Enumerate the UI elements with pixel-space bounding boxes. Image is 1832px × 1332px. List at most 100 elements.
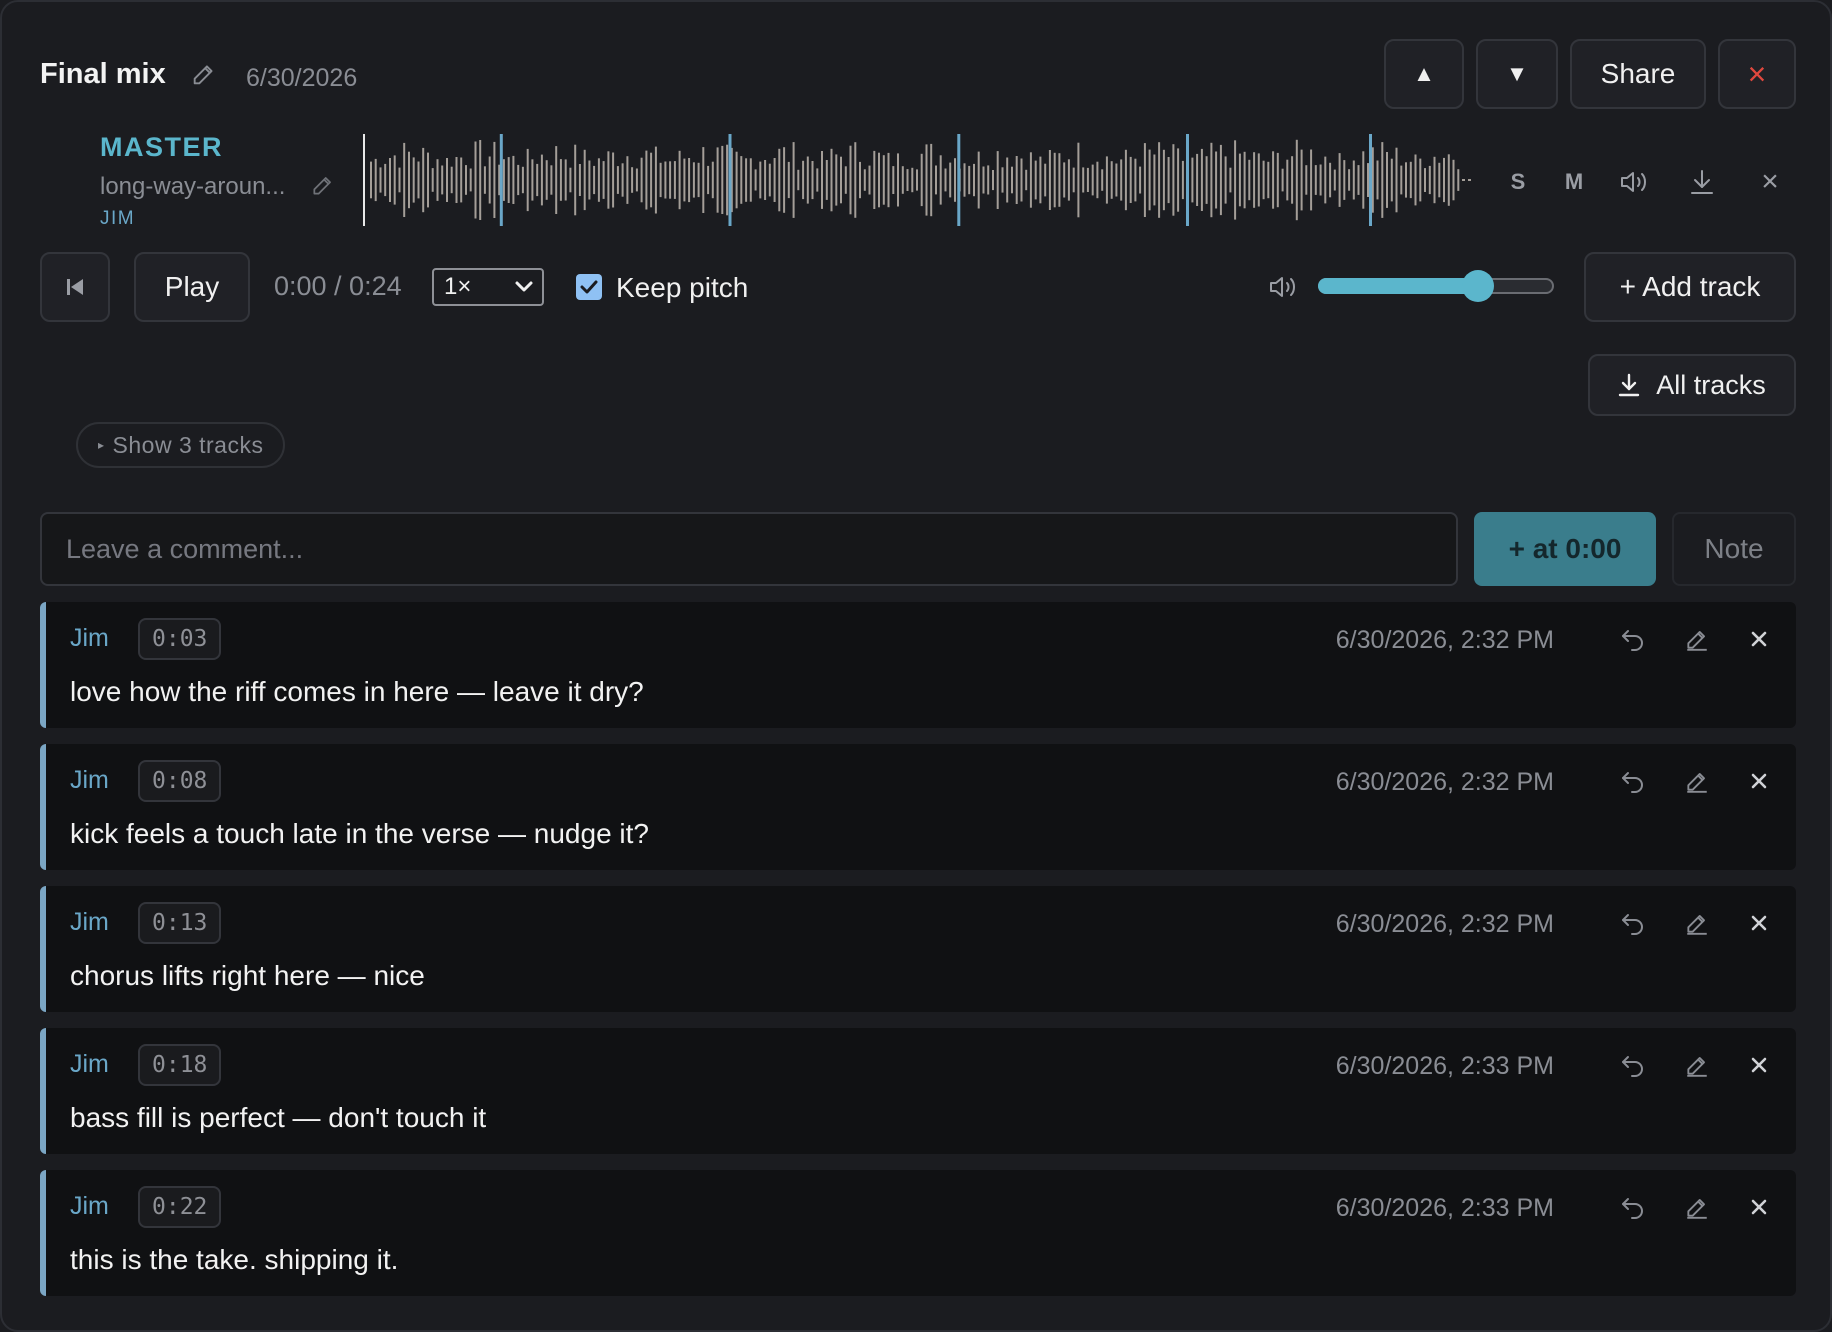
waveform-bar: [887, 152, 890, 208]
comment-timestamp-chip[interactable]: 0:13: [138, 902, 222, 944]
all-tracks-label: All tracks: [1656, 369, 1766, 400]
waveform-bar: [859, 161, 861, 199]
waveform-bar: [1172, 144, 1175, 216]
edit-icon[interactable]: [1680, 764, 1714, 798]
edit-icon[interactable]: [1680, 622, 1714, 656]
waveform-bar: [1338, 153, 1341, 207]
waveform-bar: [1215, 151, 1218, 209]
waveform-bar: [1086, 167, 1089, 192]
delete-comment-icon[interactable]: [1742, 764, 1776, 798]
comment-author[interactable]: Jim: [70, 908, 109, 937]
waveform-bar: [996, 151, 999, 209]
waveform-bar: [901, 166, 904, 194]
comment-timestamp-chip[interactable]: 0:18: [138, 1044, 222, 1086]
waveform-bar: [474, 141, 477, 219]
comment-list: Jim 0:03 6/30/2026, 2:32 PM love how the…: [40, 602, 1796, 1312]
waveform-bar: [1020, 158, 1023, 202]
comment-timestamp-chip[interactable]: 0:22: [138, 1186, 222, 1228]
mute-button[interactable]: M: [1554, 162, 1594, 202]
waveform-bar: [868, 165, 871, 195]
add-comment-at-time-button[interactable]: + at 0:00: [1474, 512, 1656, 586]
reply-icon[interactable]: [1616, 1048, 1650, 1082]
volume-slider-fill: [1318, 278, 1479, 294]
waveform-bar: [1167, 157, 1170, 204]
reply-icon[interactable]: [1616, 622, 1650, 656]
delete-comment-icon[interactable]: [1742, 1190, 1776, 1224]
waveform-bar: [692, 162, 695, 198]
track-download-button[interactable]: [1682, 162, 1722, 202]
reply-icon[interactable]: [1616, 906, 1650, 940]
waveform-bar: [1329, 162, 1332, 198]
edit-file-icon[interactable]: [310, 172, 336, 198]
move-up-button[interactable]: ▲: [1384, 39, 1464, 109]
waveform-bar: [1276, 152, 1279, 208]
add-note-button[interactable]: Note: [1672, 512, 1796, 586]
comment-author[interactable]: Jim: [70, 624, 109, 653]
waveform-bar: [1229, 167, 1232, 193]
comment-timestamp-chip[interactable]: 0:08: [138, 760, 222, 802]
waveform-bar: [1452, 159, 1455, 201]
waveform-bar: [588, 160, 591, 200]
comment-date: 6/30/2026, 2:33 PM: [1335, 1052, 1554, 1080]
reply-icon[interactable]: [1616, 764, 1650, 798]
move-down-button[interactable]: ▼: [1476, 39, 1558, 109]
waveform-bar: [1196, 153, 1199, 206]
keep-pitch-checkbox[interactable]: [576, 274, 602, 300]
waveform-bar: [1072, 167, 1075, 193]
waveform-bar: [835, 154, 838, 206]
comment-input[interactable]: [40, 512, 1458, 586]
waveform-bar: [977, 151, 980, 209]
waveform-bar: [593, 165, 596, 195]
waveform[interactable]: [362, 130, 1472, 230]
waveform-bar: [417, 161, 420, 199]
skip-to-start-button[interactable]: [40, 252, 110, 322]
delete-comment-icon[interactable]: [1742, 622, 1776, 656]
comment-author[interactable]: Jim: [70, 1050, 109, 1079]
speed-select[interactable]: 1×: [432, 268, 544, 306]
play-button[interactable]: Play: [134, 252, 250, 322]
waveform-bar: [944, 168, 947, 192]
waveform-bar: [1438, 162, 1441, 198]
download-all-tracks-button[interactable]: All tracks: [1588, 354, 1796, 416]
volume-slider[interactable]: [1318, 270, 1554, 302]
edit-icon[interactable]: [1680, 906, 1714, 940]
waveform-bar: [1390, 158, 1393, 202]
solo-button[interactable]: S: [1498, 162, 1538, 202]
show-tracks-label: Show 3 tracks: [112, 431, 264, 458]
waveform-bar: [408, 151, 410, 209]
waveform-bar: [1371, 147, 1374, 213]
delete-comment-icon[interactable]: [1742, 906, 1776, 940]
waveform-bar: [574, 144, 577, 216]
reply-icon[interactable]: [1616, 1190, 1650, 1224]
waveform-bar: [797, 169, 800, 191]
edit-icon[interactable]: [1680, 1190, 1714, 1224]
close-button[interactable]: ×: [1718, 39, 1796, 109]
waveform-bar: [1238, 153, 1241, 207]
edit-title-icon[interactable]: [190, 60, 218, 88]
master-volume-icon[interactable]: [1268, 274, 1298, 302]
waveform-bar: [1272, 151, 1275, 209]
waveform-bar: [1248, 159, 1251, 201]
remove-track-button[interactable]: ×: [1750, 162, 1790, 202]
waveform-bar: [384, 163, 387, 197]
edit-icon[interactable]: [1680, 1048, 1714, 1082]
speaker-icon: [1621, 172, 1646, 192]
share-button[interactable]: Share: [1570, 39, 1706, 109]
waveform-bar: [683, 158, 686, 202]
track-volume-button[interactable]: [1614, 162, 1654, 202]
waveform-bar: [811, 161, 814, 200]
show-tracks-toggle[interactable]: ▸ Show 3 tracks: [76, 422, 286, 468]
add-track-button[interactable]: + Add track: [1584, 252, 1796, 322]
waveform-bar: [1205, 156, 1208, 204]
chevron-down-icon: [515, 281, 533, 292]
waveform-bar: [517, 164, 520, 196]
waveform-bar: [1424, 168, 1426, 192]
comment-author[interactable]: Jim: [70, 766, 109, 795]
volume-slider-thumb[interactable]: [1462, 270, 1495, 302]
comment-author[interactable]: Jim: [70, 1192, 109, 1221]
delete-comment-icon[interactable]: [1742, 1048, 1776, 1082]
header-date: 6/30/2026: [246, 64, 358, 92]
waveform-bar: [1395, 147, 1398, 213]
comment-timestamp-chip[interactable]: 0:03: [138, 618, 222, 660]
waveform-bar: [954, 158, 956, 202]
